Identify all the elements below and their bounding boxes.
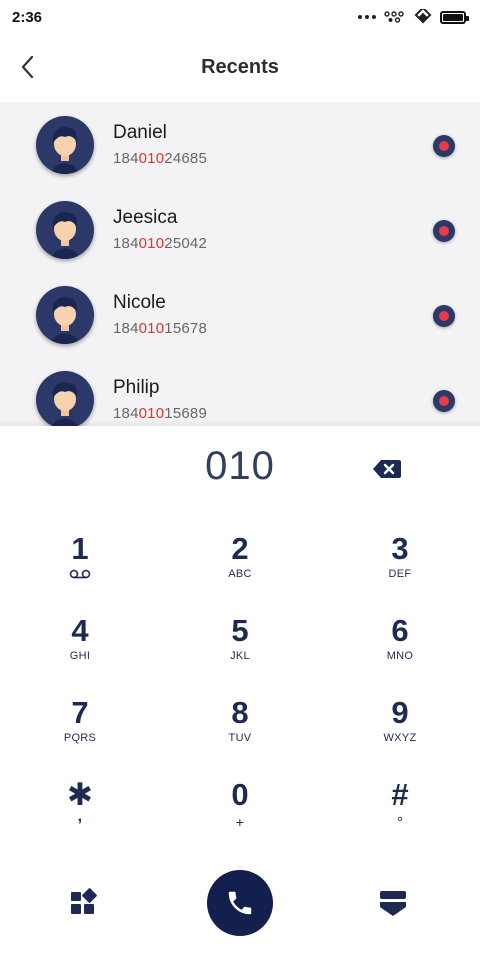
key-letters: DEF [388,568,412,580]
avatar-icon [36,286,94,344]
hide-keypad-button[interactable] [378,888,408,918]
key-letters: + [235,814,245,830]
key-6[interactable]: 6 MNO [340,614,460,684]
key-0[interactable]: 0 + [180,778,300,848]
dial-display: 010 [0,426,480,510]
contact-name: Jeesica [113,207,178,228]
contact-number: 18401024685 [113,150,207,167]
contact-number: 18401025042 [113,235,207,252]
number-match: 010 [138,235,165,252]
key-digit: 8 [231,695,249,730]
record-dot-icon[interactable] [433,220,455,242]
contact-name: Daniel [113,122,167,143]
contact-name: Philip [113,377,160,398]
record-dot-icon[interactable] [433,305,455,327]
status-time: 2:36 [12,8,43,26]
contact-name: Nicole [113,292,166,313]
key-letters: TUV [228,732,252,744]
key-9[interactable]: 9 WXYZ [340,696,460,766]
voicemail-icon [69,569,91,579]
phone-icon [228,891,252,915]
key-digit: 2 [231,531,249,566]
contact-row[interactable]: Philip 18401015689 [0,357,480,426]
backspace-button[interactable] [372,458,402,480]
page-title: Recents [201,56,279,78]
key-letters: PQRS [63,732,97,744]
key-letters: JKL [230,650,250,662]
header: Recents [0,34,480,102]
status-bar: 2:36 [0,0,480,34]
key-letters: ABC [228,568,252,580]
contact-number: 18401015678 [113,320,207,337]
avatar-icon [36,116,94,174]
key-letters: , [77,808,83,825]
key-4[interactable]: 4 GHI [20,614,140,684]
contact-row[interactable]: Daniel 18401024685 [0,102,480,187]
record-dot-icon[interactable] [433,390,455,412]
call-button[interactable] [207,870,273,936]
key-digit: 9 [391,695,409,730]
recents-list[interactable]: Daniel 18401024685 Jeesica 18401025042 N [0,102,480,426]
key-digit: 3 [391,531,409,566]
key-letters: ° [396,814,404,831]
key-1[interactable]: 1 [20,532,140,602]
number-match: 010 [138,320,165,337]
key-digit: # [391,777,409,812]
avatar-icon [36,371,94,426]
key-digit: 7 [71,695,89,730]
key-digit: 1 [71,531,89,566]
hide-keypad-icon [380,891,406,916]
key-5[interactable]: 5 JKL [180,614,300,684]
key-letters: WXYZ [383,732,417,744]
key-star[interactable]: ✱ , [20,778,140,848]
number-match: 010 [138,150,165,167]
key-letters: MNO [386,650,414,662]
bottom-bar [0,866,480,940]
signal-dots-icon [384,11,404,23]
key-digit: ✱ [67,777,93,812]
key-8[interactable]: 8 TUV [180,696,300,766]
dialed-number: 010 [205,444,275,488]
sync-icon [414,9,432,24]
key-hash[interactable]: # ° [340,778,460,848]
battery-icon [440,10,469,24]
record-dot-icon[interactable] [433,135,455,157]
key-2[interactable]: 2 ABC [180,532,300,602]
key-digit: 5 [231,613,249,648]
key-digit: 4 [71,613,89,648]
key-digit: 6 [391,613,409,648]
key-3[interactable]: 3 DEF [340,532,460,602]
key-digit: 0 [231,777,249,812]
contact-row[interactable]: Jeesica 18401025042 [0,187,480,272]
avatar-icon [36,201,94,259]
keypad: 1 2 ABC 3 DEF 4 GHI 5 JKL 6 MNO 7 PQRS 8… [0,520,480,848]
grid-icon [71,888,97,914]
contact-row[interactable]: Nicole 18401015678 [0,272,480,357]
status-icons [358,9,469,25]
key-letters: GHI [69,650,91,662]
grid-button[interactable] [68,888,98,918]
backspace-icon [373,460,401,478]
more-dots-icon [358,15,376,19]
key-7[interactable]: 7 PQRS [20,696,140,766]
